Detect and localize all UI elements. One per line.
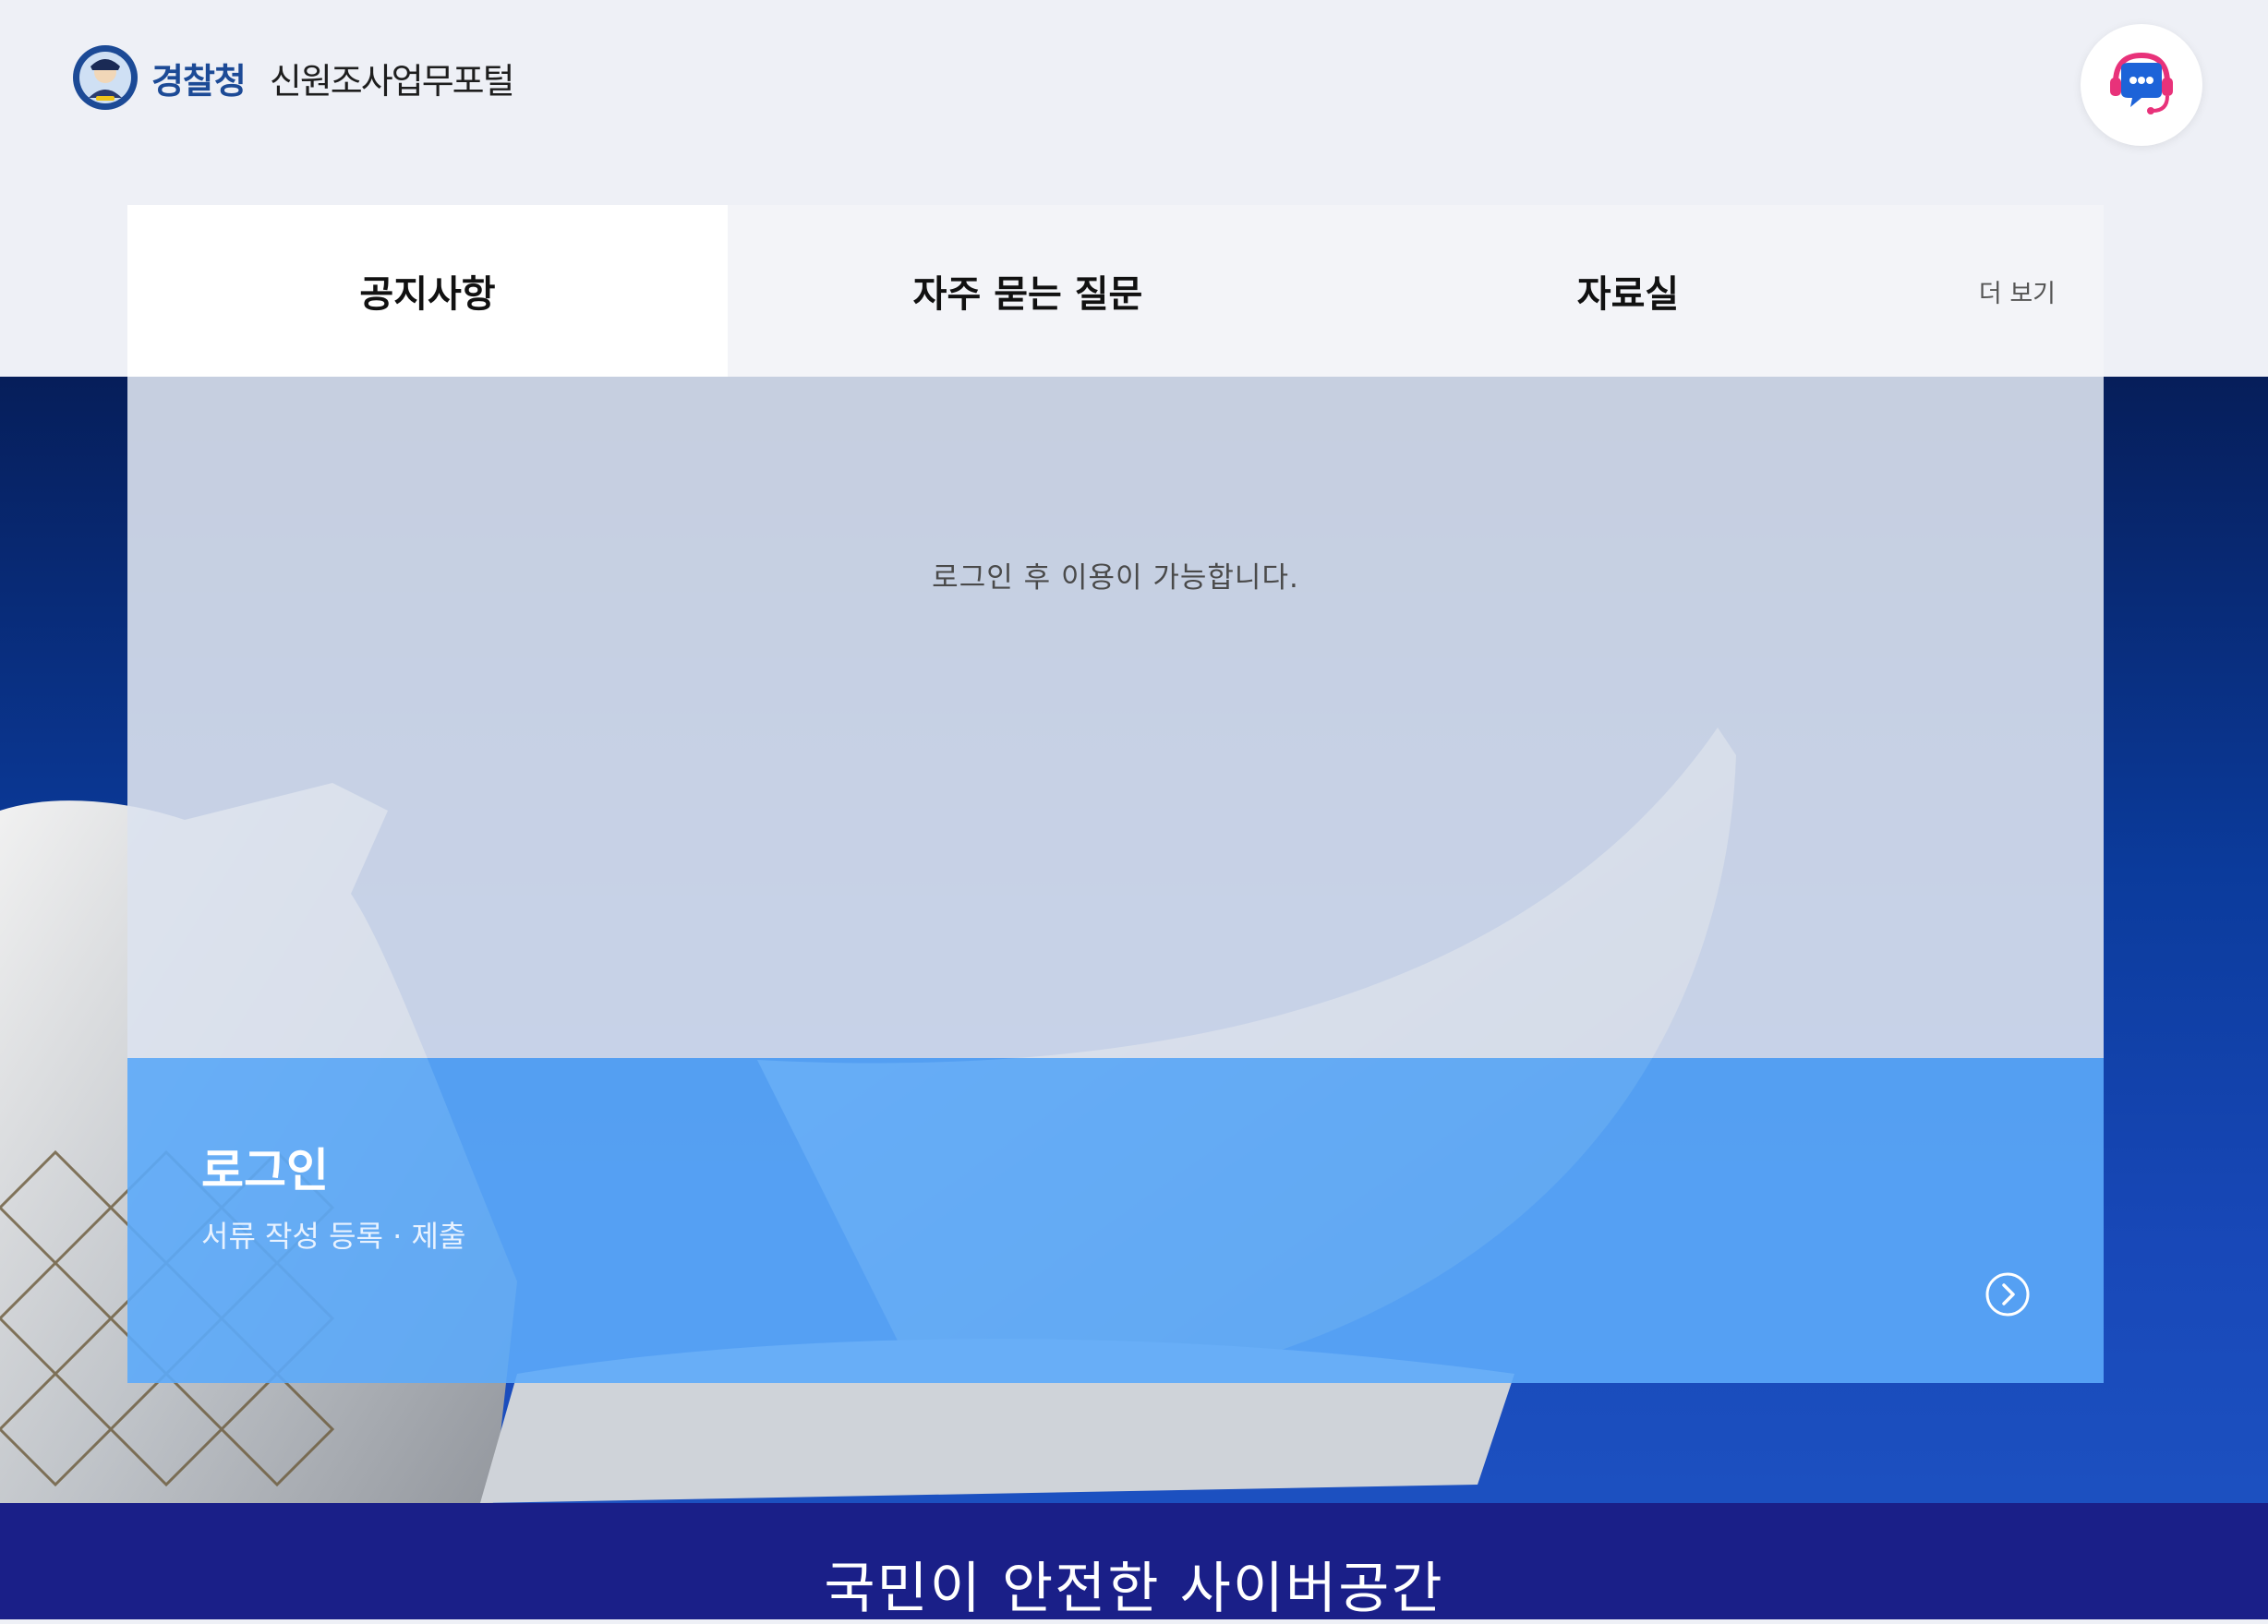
board-content: 로그인 후 이용이 가능합니다.	[127, 377, 2104, 1058]
chevron-right-circle-icon[interactable]	[1984, 1270, 2032, 1318]
tab-faq[interactable]: 자주 묻는 질문	[728, 205, 1328, 377]
tab-archive[interactable]: 자료실	[1328, 205, 1928, 377]
login-subtitle: 서류 작성 등록 · 제출	[201, 1219, 466, 1254]
agency-name: 경찰청	[151, 60, 247, 102]
more-link-label: 더 보기	[1978, 279, 2056, 308]
footer-slogan: 국민이 안전한 사이버공간	[824, 1557, 1444, 1621]
login-required-message: 로그인 후 이용이 가능합니다.	[932, 561, 1299, 595]
login-card[interactable]: 로그인 서류 작성 등록 · 제출	[127, 1058, 2104, 1383]
board-tabs: 공지사항 자주 묻는 질문 자료실 더 보기	[127, 205, 2104, 377]
board-panel: 공지사항 자주 묻는 질문 자료실 더 보기 로그인 후 이용이 가능합니다. …	[127, 205, 2104, 1383]
footer-banner: 국민이 안전한 사이버공간	[0, 1503, 2268, 1621]
more-link[interactable]: 더 보기	[1928, 205, 2104, 377]
portal-name: 신원조사업무포털	[269, 60, 515, 102]
tab-notice[interactable]: 공지사항	[127, 205, 728, 377]
chatbot-button[interactable]	[2081, 24, 2202, 146]
login-title: 로그인	[201, 1144, 329, 1197]
police-emblem-icon	[73, 45, 138, 110]
chatbot-headset-icon	[2110, 52, 2173, 114]
site-logo[interactable]: 경찰청 신원조사업무포털	[72, 44, 515, 111]
